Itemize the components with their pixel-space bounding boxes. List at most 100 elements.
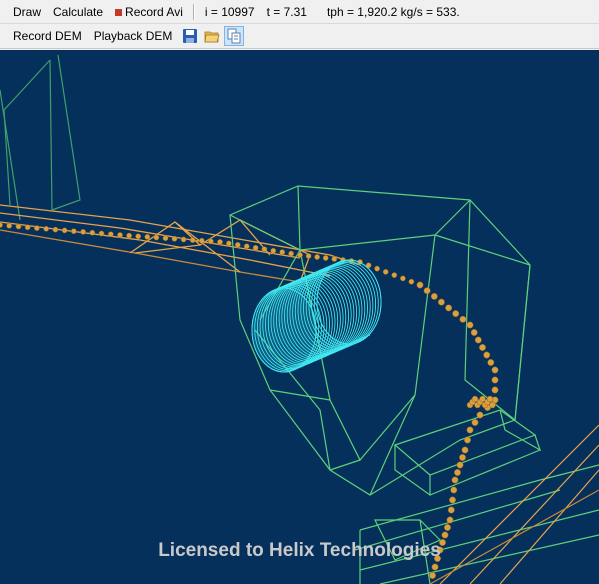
particle [153,234,160,241]
draw-button[interactable]: Draw [0,1,47,23]
record-avi-button[interactable]: Record Avi [109,1,189,23]
particle [15,223,22,230]
particle [446,516,454,524]
particle [489,401,496,409]
particle [243,243,250,250]
particle [470,329,478,336]
particle [430,292,438,300]
particle [331,256,338,262]
particle [34,225,40,231]
open-button[interactable] [202,26,222,46]
toolbar-separator [192,3,195,20]
particle [487,359,495,366]
time-readout: t = 7.31 [266,4,307,19]
particle [226,240,232,247]
3d-viewport[interactable]: Licensed to Helix Technologies [0,50,599,584]
particle [314,254,320,260]
particle [431,563,439,571]
record-dem-button[interactable]: Record DEM [0,25,88,47]
record-icon [115,8,123,16]
particle [450,486,458,494]
particle [297,252,303,258]
particle [445,304,453,312]
particle [171,235,178,242]
particle [444,524,451,531]
particle [80,229,86,235]
particle [449,496,456,504]
particle [374,265,380,272]
particle [486,395,494,403]
particle [234,242,241,248]
record-avi-label: Record Avi [125,4,183,19]
save-icon [183,29,198,43]
calculate-button[interactable]: Calculate [47,1,109,23]
particle [459,454,466,461]
particle [491,366,499,374]
particle [43,225,50,232]
particle [437,298,445,306]
particle [305,253,312,259]
particle [452,310,460,318]
particle [217,239,223,245]
particle [466,426,474,434]
copy-button[interactable] [224,26,245,46]
particle [208,238,214,245]
particle [126,232,132,239]
particle [144,234,151,240]
open-folder-icon [204,31,220,43]
particle [464,436,471,444]
iteration-readout: i = 10997 [204,4,255,19]
particle [279,249,286,255]
particle [135,233,142,240]
particle [416,281,424,289]
particle [400,275,406,282]
particle-stream [0,222,499,579]
particle [189,237,196,243]
particle [476,411,484,419]
conveyor-belt [0,204,361,283]
playback-dem-button[interactable]: Playback DEM [88,25,179,47]
particle [491,376,499,384]
particle [322,255,329,261]
particle [288,250,294,257]
particle [466,321,474,329]
particle [89,229,96,236]
particle [382,269,389,275]
particle [423,287,431,295]
upper-frame [0,54,81,221]
particle [447,506,455,514]
particle [180,236,187,243]
particle [441,531,449,539]
particle [454,469,461,476]
particle [252,244,259,251]
particle [391,272,398,278]
particle [261,246,268,253]
particle [461,446,469,454]
particle [474,336,482,344]
particle [270,247,277,254]
particle [61,227,68,234]
copy-icon [227,28,241,44]
particle [107,231,114,238]
particle [429,572,436,579]
particle [98,230,105,237]
main-toolbar: Draw Calculate Record Avi i = 10997 t = … [0,0,599,24]
particle [459,315,467,323]
particle [451,476,459,484]
license-watermark: Licensed to Helix Technologies [158,540,441,561]
particle [483,351,491,359]
particle [491,386,499,394]
transfer-chute [229,185,599,584]
throughput-readout: tph = 1,920.2 kg/s = 533. [326,4,460,19]
particle [471,419,479,426]
particle [117,232,123,238]
save-button[interactable] [180,26,200,46]
particle [0,222,3,228]
particle [408,278,415,285]
particle [6,222,13,229]
dem-toolbar: Record DEM Playback DEM [0,24,599,49]
particle [479,344,486,351]
particle [162,235,169,242]
particle [52,226,59,233]
particle [24,224,31,231]
